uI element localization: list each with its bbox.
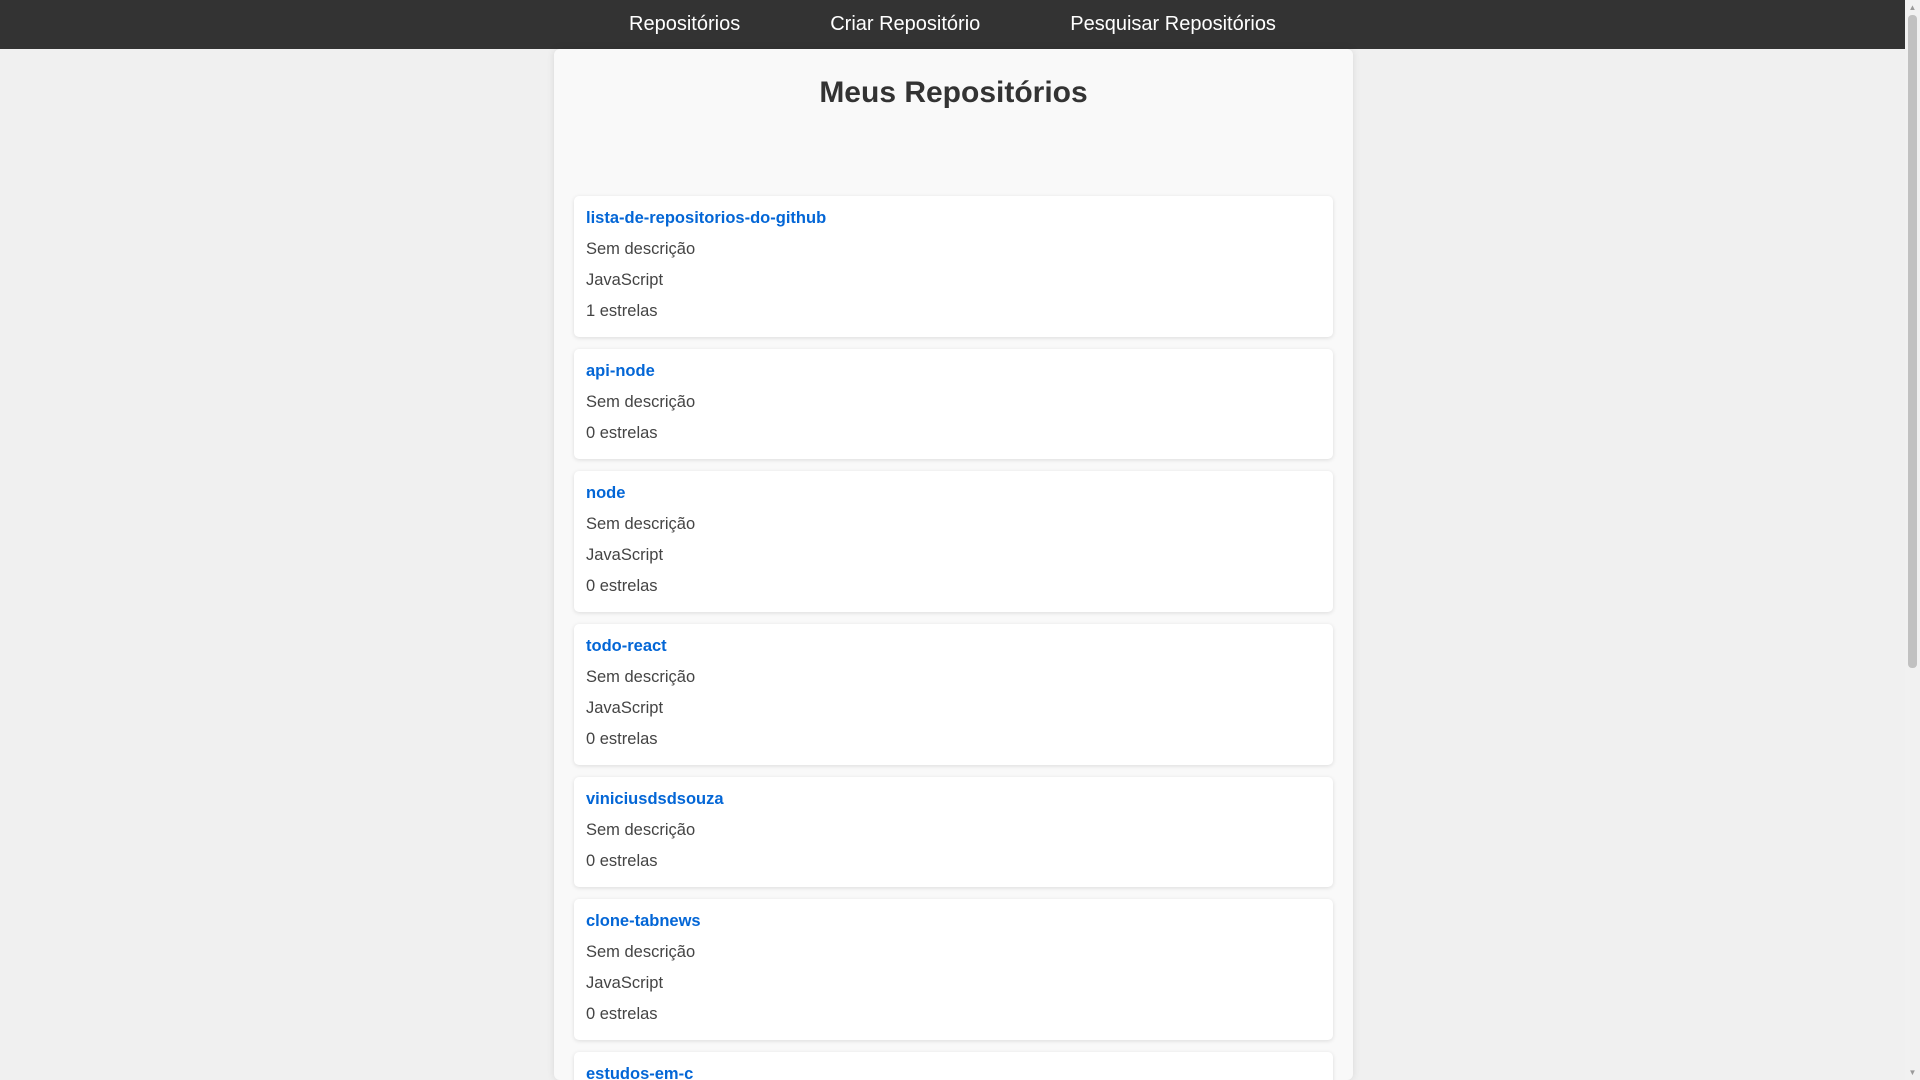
page-title: Meus Repositórios: [819, 76, 1088, 109]
repo-stars: 0 estrelas: [586, 852, 658, 870]
scroll-down-arrow-icon[interactable]: ▼: [1905, 1065, 1920, 1080]
repo-card: estudos-em-c: [574, 1052, 1333, 1080]
repo-description: Sem descrição: [586, 515, 696, 533]
repo-name-link[interactable]: clone-tabnews: [586, 911, 1321, 931]
repo-language: JavaScript: [586, 974, 664, 992]
repo-card: api-node Sem descrição 0 estrelas: [574, 349, 1333, 459]
repo-card: lista-de-repositorios-do-github Sem descr…: [574, 196, 1333, 337]
repo-language: JavaScript: [586, 546, 664, 564]
repo-name-link[interactable]: api-node: [586, 361, 1321, 381]
repo-name-link[interactable]: lista-de-repositorios-do-github: [586, 208, 1321, 228]
repo-description: Sem descrição: [586, 668, 696, 686]
nav-link-pesquisar-repositorios[interactable]: Pesquisar Repositórios: [1070, 13, 1276, 36]
repo-stars: 0 estrelas: [586, 730, 658, 748]
page-scrollbar[interactable]: ▲ ▼: [1905, 0, 1920, 1080]
nav-link-criar-repositorio[interactable]: Criar Repositório: [830, 13, 980, 36]
repo-language: JavaScript: [586, 271, 664, 289]
scroll-up-arrow-icon[interactable]: ▲: [1905, 0, 1920, 15]
repo-stars: 1 estrelas: [586, 302, 658, 320]
repo-list: lista-de-repositorios-do-github Sem descr…: [554, 139, 1353, 1080]
repo-name-link[interactable]: estudos-em-c: [586, 1064, 1321, 1080]
nav-link-repositorios[interactable]: Repositórios: [629, 13, 740, 36]
repo-description: Sem descrição: [586, 393, 696, 411]
repo-card: clone-tabnews Sem descrição JavaScript 0 es…: [574, 899, 1333, 1040]
repo-description: Sem descrição: [586, 821, 696, 839]
repo-name-link[interactable]: todo-react: [586, 636, 1321, 656]
repo-stars: 0 estrelas: [586, 1005, 658, 1023]
repo-card: viniciusdsdsouza Sem descrição 0 estrelas: [574, 777, 1333, 887]
repo-description: Sem descrição: [586, 240, 696, 258]
main-container: Meus Repositórios lista-de-repositorios-…: [554, 49, 1353, 1080]
repo-name-link[interactable]: node: [586, 483, 1321, 503]
top-navbar: Repositórios Criar Repositório Pesquisar…: [0, 0, 1905, 49]
repo-stars: 0 estrelas: [586, 577, 658, 595]
repo-description: Sem descrição: [586, 943, 696, 961]
repo-name-link[interactable]: viniciusdsdsouza: [586, 789, 1321, 809]
repo-card: todo-react Sem descrição JavaScript 0 estre…: [574, 624, 1333, 765]
repo-stars: 0 estrelas: [586, 424, 658, 442]
repo-card: node Sem descrição JavaScript 0 estrelas: [574, 471, 1333, 612]
scroll-thumb[interactable]: [1908, 15, 1917, 668]
repo-language: JavaScript: [586, 699, 664, 717]
